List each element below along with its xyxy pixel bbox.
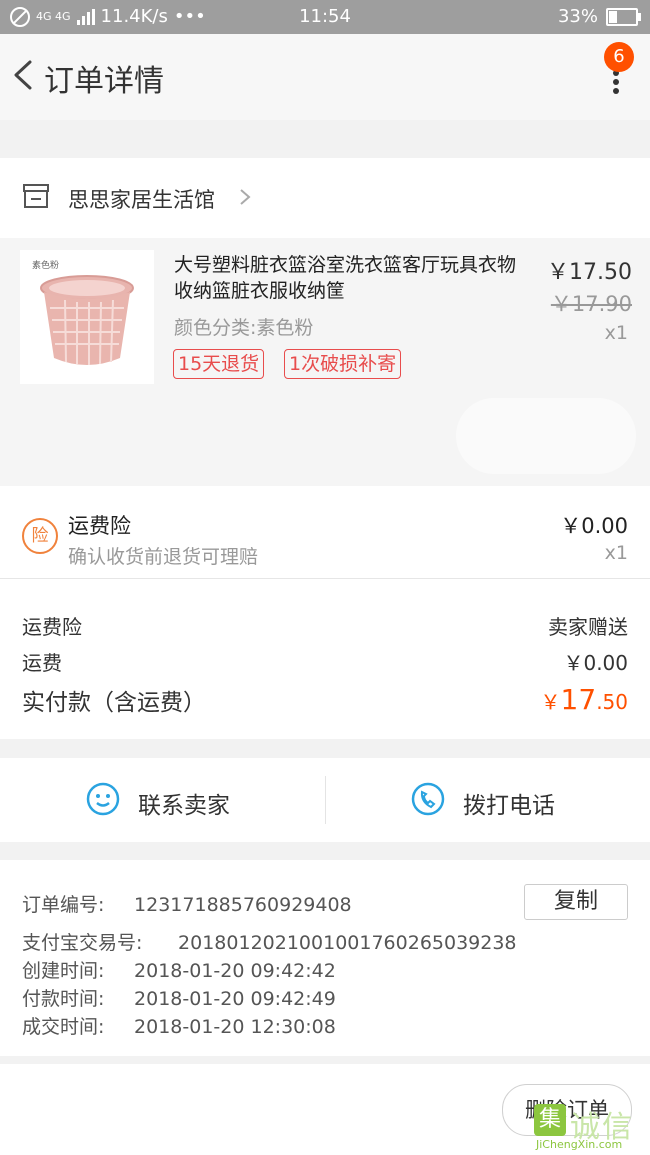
- watermark-logo: 集 诚信 JiChengXin.com: [530, 1098, 648, 1152]
- original-price: ￥17.90: [550, 292, 632, 316]
- contact-seller-label: 联系卖家: [138, 793, 230, 819]
- clock: 11:54: [299, 6, 351, 27]
- created-time: 2018-01-20 09:42:42: [134, 960, 336, 982]
- insurance-title: 运费险: [68, 514, 131, 538]
- chat-icon: [86, 782, 120, 816]
- paid-time: 2018-01-20 09:42:49: [134, 988, 336, 1010]
- product-price: ￥17.50: [547, 260, 632, 285]
- shipping-insurance-row: 险 运费险 确认收货前退货可理赔 ￥0.00 x1: [0, 486, 650, 579]
- redacted-area: [456, 398, 636, 474]
- notification-badge: 6: [604, 42, 634, 72]
- call-phone-button[interactable]: 拨打电话: [325, 758, 650, 842]
- damage-reship-tag: 1次破损补寄: [284, 349, 402, 379]
- product-thumbnail[interactable]: 素色粉: [20, 250, 154, 384]
- nav-bar: 订单详情 6: [0, 34, 650, 120]
- chevron-right-icon: [240, 189, 251, 205]
- order-number-row: 订单编号: 123171885760929408: [22, 890, 352, 917]
- summary-label: 运费险: [22, 615, 82, 639]
- closed-time-row: 成交时间: 2018-01-20 12:30:08: [22, 1012, 336, 1039]
- summary-row: 运费险 卖家赠送: [22, 611, 628, 640]
- watermark-box: 集: [534, 1104, 566, 1136]
- created-time-row: 创建时间: 2018-01-20 09:42:42: [22, 956, 336, 983]
- battery-icon: [606, 7, 641, 26]
- back-arrow-icon[interactable]: [8, 58, 42, 92]
- insurance-description: 确认收货前退货可理赔: [68, 546, 259, 568]
- more-menu-icon[interactable]: [612, 70, 620, 94]
- summary-value: 卖家赠送: [548, 615, 628, 639]
- insurance-icon: 险: [22, 518, 58, 554]
- order-number[interactable]: 123171885760929408: [134, 894, 352, 916]
- paid-label: 付款时间:: [22, 988, 105, 1010]
- order-info: 订单编号: 123171885760929408 复制 支付宝交易号: 2018…: [0, 860, 650, 1056]
- alipay-label: 支付宝交易号:: [22, 932, 143, 954]
- summary-row: 运费 ￥0.00: [22, 647, 628, 676]
- alipay-number: 2018012021001001760265039238: [178, 932, 517, 954]
- status-bar: 4G 4G 11.4K/s ••• 11:54 33%: [0, 0, 650, 34]
- copy-button[interactable]: 复制: [524, 884, 628, 920]
- total-row: 实付款（含运费） ￥17.50: [22, 683, 628, 717]
- summary-label: 运费: [22, 651, 62, 675]
- paid-time-row: 付款时间: 2018-01-20 09:42:49: [22, 984, 336, 1011]
- store-icon: [23, 184, 49, 208]
- total-integer: 17: [560, 683, 597, 716]
- return-policy-tag: 15天退货: [173, 349, 265, 379]
- order-number-label: 订单编号:: [22, 894, 105, 916]
- product-name[interactable]: 大号塑料脏衣篮浴室洗衣篮客厅玩具衣物收纳篮脏衣服收纳筐: [174, 252, 526, 304]
- insurance-price: ￥0.00: [560, 514, 628, 538]
- product-item[interactable]: 素色粉 大号塑料脏衣篮浴室洗衣篮客厅玩具衣物收纳篮脏衣服收纳筐 ￥17.50 ￥…: [0, 238, 650, 486]
- insurance-quantity: x1: [604, 542, 628, 564]
- alipay-row: 支付宝交易号: 2018012021001001760265039238: [22, 928, 517, 955]
- status-right: 33%: [557, 6, 641, 27]
- closed-time: 2018-01-20 12:30:08: [134, 1016, 336, 1038]
- total-amount: ￥17.50: [541, 683, 628, 716]
- created-label: 创建时间:: [22, 960, 105, 982]
- price-summary: 运费险 卖家赠送 运费 ￥0.00 实付款（含运费） ￥17.50: [0, 579, 650, 739]
- closed-label: 成交时间:: [22, 1016, 105, 1038]
- contact-seller-button[interactable]: 联系卖家: [0, 758, 325, 842]
- call-phone-label: 拨打电话: [463, 793, 555, 819]
- phone-icon: [411, 782, 445, 816]
- total-decimal: .50: [596, 690, 628, 714]
- watermark-url: JiChengXin.com: [536, 1138, 623, 1151]
- total-label: 实付款（含运费）: [22, 690, 206, 716]
- basket-image: [40, 275, 134, 365]
- battery-percent: 33%: [557, 6, 598, 27]
- contact-bar: 联系卖家 拨打电话: [0, 758, 650, 842]
- summary-value: ￥0.00: [563, 651, 628, 675]
- shop-row[interactable]: 思思家居生活馆: [0, 158, 650, 238]
- product-sku: 颜色分类:素色粉: [174, 317, 314, 339]
- product-quantity: x1: [604, 322, 628, 344]
- shop-name: 思思家居生活馆: [68, 188, 215, 212]
- total-currency: ￥: [540, 690, 561, 714]
- page-title: 订单详情: [44, 64, 164, 99]
